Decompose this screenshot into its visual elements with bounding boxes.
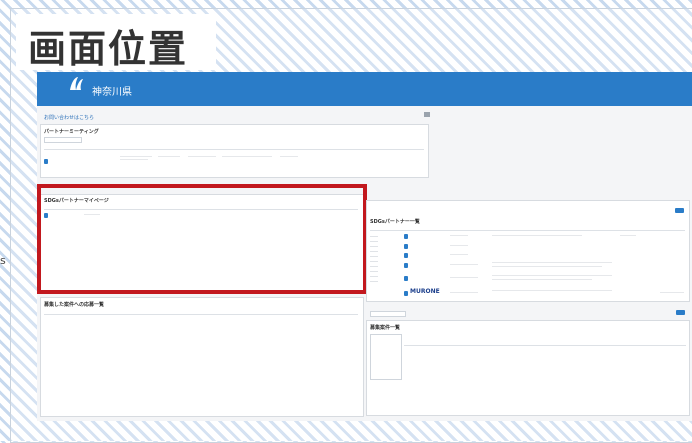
partner-list-button[interactable]	[675, 208, 684, 213]
document-icon[interactable]	[404, 291, 408, 296]
filter-placeholder	[370, 261, 378, 262]
document-icon[interactable]	[404, 276, 408, 281]
partner-meeting-filter-input[interactable]	[44, 137, 82, 143]
text-placeholder	[620, 235, 636, 236]
project-list-header-line	[404, 345, 686, 346]
text-placeholder	[660, 292, 684, 293]
text-placeholder	[450, 264, 478, 265]
text-placeholder	[222, 156, 272, 157]
text-placeholder	[450, 235, 468, 236]
document-icon[interactable]	[404, 263, 408, 268]
partner-meeting-title: パートナーミーティング	[44, 129, 99, 135]
text-placeholder	[158, 156, 180, 157]
filter-placeholder	[370, 256, 378, 257]
text-placeholder	[492, 279, 592, 280]
partner-list-search-input[interactable]	[370, 311, 406, 317]
text-placeholder	[492, 262, 612, 263]
partner-list-title: SDGsパートナー一覧	[370, 219, 420, 225]
filter-placeholder	[370, 241, 378, 242]
left-edge-fragment: s	[0, 254, 6, 267]
text-placeholder	[492, 266, 602, 267]
text-placeholder	[280, 156, 298, 157]
text-placeholder	[450, 292, 478, 293]
document-icon[interactable]	[404, 253, 408, 258]
filter-placeholder	[370, 276, 378, 277]
applications-header-line	[44, 314, 358, 315]
notification-badge[interactable]	[424, 112, 430, 117]
contact-link[interactable]: お問い合わせはこちら	[44, 114, 94, 121]
applications-title: 募集した案件への応募一覧	[44, 302, 105, 308]
filter-placeholder	[370, 281, 378, 282]
kanagawa-logo-icon[interactable]	[66, 74, 86, 94]
murone-logo[interactable]: MURONE	[410, 288, 440, 295]
applications-panel	[40, 297, 364, 417]
text-placeholder	[120, 156, 152, 157]
document-icon[interactable]	[44, 159, 48, 164]
partner-meeting-header-line	[44, 149, 424, 150]
filter-placeholder	[370, 251, 378, 252]
text-placeholder	[450, 277, 478, 278]
text-placeholder	[492, 290, 612, 291]
filter-placeholder	[370, 271, 378, 272]
project-filter-box[interactable]	[370, 334, 402, 380]
filter-placeholder	[370, 246, 378, 247]
filter-placeholder	[370, 236, 378, 237]
text-placeholder	[188, 156, 216, 157]
text-placeholder	[492, 235, 582, 236]
partner-list-search-button[interactable]	[676, 310, 685, 315]
text-placeholder	[120, 159, 148, 160]
partner-list-panel	[366, 200, 690, 302]
header-title: 神奈川県	[92, 87, 132, 98]
project-list-title: 募集案件一覧	[370, 325, 401, 331]
position-label-text: 画面位置	[28, 27, 189, 71]
project-list-panel	[366, 320, 690, 416]
app-header	[37, 72, 692, 106]
text-placeholder	[450, 254, 468, 255]
partner-list-header-line	[370, 230, 685, 231]
position-label: 画面位置	[16, 14, 216, 71]
filter-placeholder	[370, 266, 378, 267]
text-placeholder	[492, 275, 612, 276]
document-icon[interactable]	[404, 244, 408, 249]
text-placeholder	[450, 245, 468, 246]
document-icon[interactable]	[404, 234, 408, 239]
highlight-box	[37, 184, 367, 294]
